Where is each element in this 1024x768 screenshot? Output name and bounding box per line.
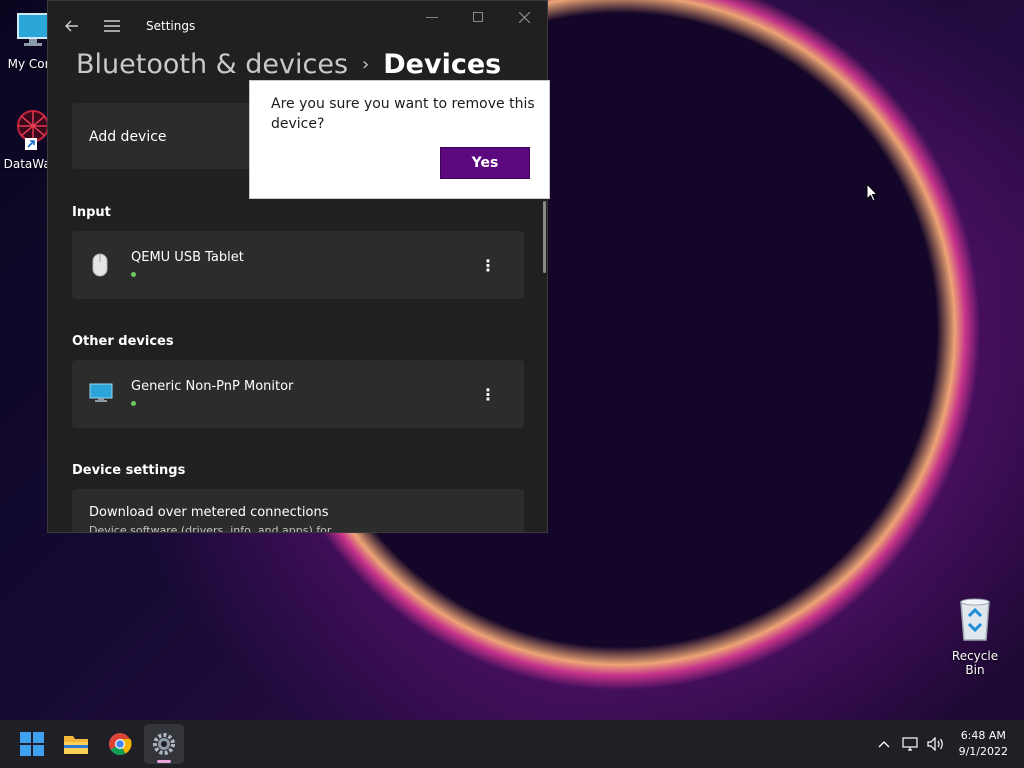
device-row-qemu-usb-tablet: QEMU USB Tablet ⋮ (72, 231, 524, 299)
minimize-icon[interactable]: — (409, 1, 455, 33)
taskbar: 6:48 AM 9/1/2022 (0, 720, 1024, 768)
more-options-icon[interactable]: ⋮ (476, 382, 500, 406)
section-title-input: Input (72, 205, 111, 220)
setting-description: Device software (drivers, info, and apps… (89, 524, 332, 533)
breadcrumb: Bluetooth & devices › Devices (76, 49, 501, 80)
chevron-up-icon[interactable] (871, 740, 897, 748)
system-tray: 6:48 AM 9/1/2022 (871, 720, 1024, 768)
active-app-indicator (157, 760, 171, 763)
more-options-icon[interactable]: ⋮ (476, 253, 500, 277)
mouse-cursor-icon (866, 182, 879, 207)
maximize-icon[interactable] (455, 1, 501, 33)
clock[interactable]: 6:48 AM 9/1/2022 (959, 728, 1008, 760)
device-name: Generic Non-PnP Monitor (131, 379, 294, 394)
section-title-other-devices: Other devices (72, 334, 174, 349)
volume-icon[interactable] (923, 737, 949, 751)
chrome-icon[interactable] (100, 724, 140, 764)
clock-date: 9/1/2022 (958, 745, 1008, 758)
file-explorer-icon[interactable] (56, 724, 96, 764)
desktop-icon-recycle-bin[interactable]: Recycle Bin (942, 596, 1008, 677)
status-dot (131, 272, 136, 277)
clock-time: 6:48 AM (960, 729, 1006, 742)
setting-title: Download over metered connections (89, 505, 329, 520)
remove-device-dialog: Are you sure you want to remove this dev… (249, 80, 550, 199)
window-controls: — (409, 1, 547, 33)
device-name: QEMU USB Tablet (131, 250, 244, 265)
section-title-device-settings: Device settings (72, 463, 186, 478)
hamburger-menu-icon[interactable] (92, 6, 132, 46)
yes-button[interactable]: Yes (440, 147, 530, 179)
scrollbar-thumb[interactable] (543, 201, 546, 273)
title-bar: Settings — (48, 1, 547, 51)
back-arrow-icon[interactable] (52, 6, 92, 46)
breadcrumb-separator-icon: › (362, 54, 370, 75)
add-device-label: Add device (89, 129, 167, 145)
close-icon[interactable] (501, 1, 547, 33)
recycle-bin-icon (942, 596, 1008, 645)
breadcrumb-parent-link[interactable]: Bluetooth & devices (76, 49, 348, 80)
mouse-icon (92, 253, 108, 281)
network-icon[interactable] (897, 737, 923, 751)
monitor-icon (89, 383, 113, 407)
dialog-message: Are you sure you want to remove this dev… (271, 96, 535, 132)
page-title: Devices (383, 49, 502, 80)
device-row-generic-monitor: Generic Non-PnP Monitor ⋮ (72, 360, 524, 428)
desktop-icon-label: Recycle Bin (951, 649, 999, 677)
status-dot (131, 401, 136, 406)
app-title: Settings (146, 19, 196, 33)
start-icon[interactable] (12, 724, 52, 764)
settings-icon[interactable] (144, 724, 184, 764)
metered-connections-setting[interactable]: Download over metered connections Device… (72, 489, 524, 533)
